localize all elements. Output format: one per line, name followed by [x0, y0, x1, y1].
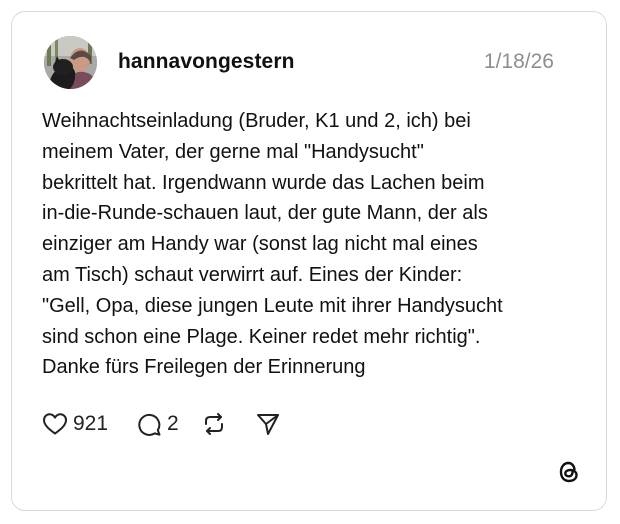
like-button[interactable]: 921 — [42, 412, 108, 436]
post-body-text: Weihnachtseinladung (Bruder, K1 und 2, i… — [42, 110, 503, 379]
like-count: 921 — [73, 412, 109, 435]
reply-count: 2 — [167, 412, 179, 435]
profile-photo-icon — [44, 36, 97, 89]
post-timestamp[interactable]: 1/18/26 — [484, 50, 554, 74]
post-action-bar: 921 2 — [42, 406, 281, 442]
repost-button[interactable] — [201, 411, 227, 437]
repost-icon — [204, 413, 223, 435]
post-card: hannavongestern 1/18/26 Weihnachtseinlad… — [11, 11, 607, 511]
share-button[interactable] — [255, 411, 281, 437]
reply-button[interactable]: 2 — [136, 411, 179, 437]
heart-icon — [43, 413, 67, 435]
author-username[interactable]: hannavongestern — [118, 50, 295, 74]
author-avatar[interactable] — [44, 36, 97, 89]
speech-bubble-icon — [138, 413, 161, 436]
threads-logo-icon — [556, 459, 582, 485]
send-icon — [256, 414, 279, 435]
